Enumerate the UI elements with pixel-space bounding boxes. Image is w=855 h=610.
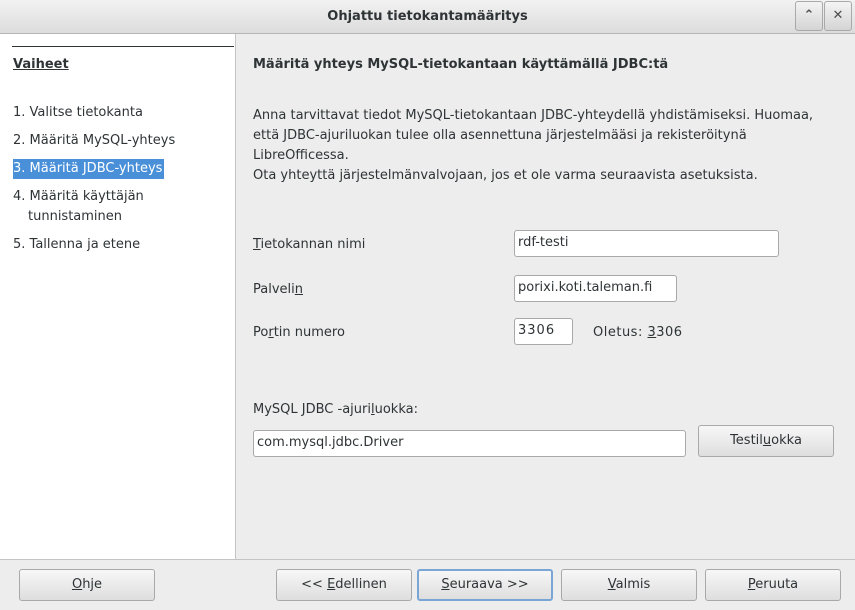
steps-divider — [12, 46, 234, 47]
step-item-5[interactable]: 5. Tallenna ja etene — [13, 235, 140, 255]
close-icon: ✕ — [832, 8, 844, 23]
test-class-button[interactable]: Testiluokka — [698, 425, 834, 457]
finish-button[interactable]: Valmis — [561, 569, 697, 601]
port-label: Portin numero — [253, 325, 345, 340]
steps-panel: Vaiheet 1. Valitse tietokanta 2. Määritä… — [0, 34, 236, 559]
main-panel: Määritä yhteys MySQL-tietokantaan käyttä… — [237, 34, 855, 559]
button-bar: Ohje << Edellinen Seuraava >> Valmis Per… — [0, 559, 855, 610]
server-label: Palvelin — [253, 282, 303, 297]
step-item-3[interactable]: 3. Määritä JDBC-yhteys — [13, 159, 165, 179]
driver-label: MySQL JDBC -ajuriluokka: — [253, 402, 418, 417]
db-name-input[interactable]: rdf-testi — [514, 230, 779, 257]
driver-class-input[interactable]: com.mysql.jdbc.Driver — [253, 430, 686, 457]
back-button[interactable]: << Edellinen — [276, 569, 412, 601]
description: Anna tarvittavat tiedot MySQL-tietokanta… — [253, 108, 814, 183]
close-button[interactable]: ✕ — [824, 1, 852, 31]
step-item-4[interactable]: 4. Määritä käyttäjän tunnistaminen — [13, 187, 144, 227]
help-button[interactable]: Ohje — [19, 569, 155, 601]
minimize-icon: ⌃ — [803, 8, 815, 23]
server-input[interactable]: porixi.koti.taleman.fi — [514, 275, 677, 302]
cancel-button[interactable]: Peruuta — [705, 569, 841, 601]
steps-heading: Vaiheet — [13, 57, 69, 72]
next-button[interactable]: Seuraava >> — [417, 569, 553, 601]
port-input[interactable]: 3306 — [514, 318, 573, 345]
title-bar: Ohjattu tietokantamääritys ⌃ ✕ — [0, 0, 855, 34]
step-item-1[interactable]: 1. Valitse tietokanta — [13, 103, 143, 123]
step-item-2[interactable]: 2. Määritä MySQL-yhteys — [13, 131, 175, 151]
window-title: Ohjattu tietokantamääritys — [327, 9, 528, 24]
minimize-button[interactable]: ⌃ — [795, 1, 823, 31]
port-default-label: Oletus: 3306 — [593, 325, 683, 340]
page-title: Määritä yhteys MySQL-tietokantaan käyttä… — [253, 57, 669, 72]
db-name-label: Tietokannan nimi — [253, 237, 366, 252]
